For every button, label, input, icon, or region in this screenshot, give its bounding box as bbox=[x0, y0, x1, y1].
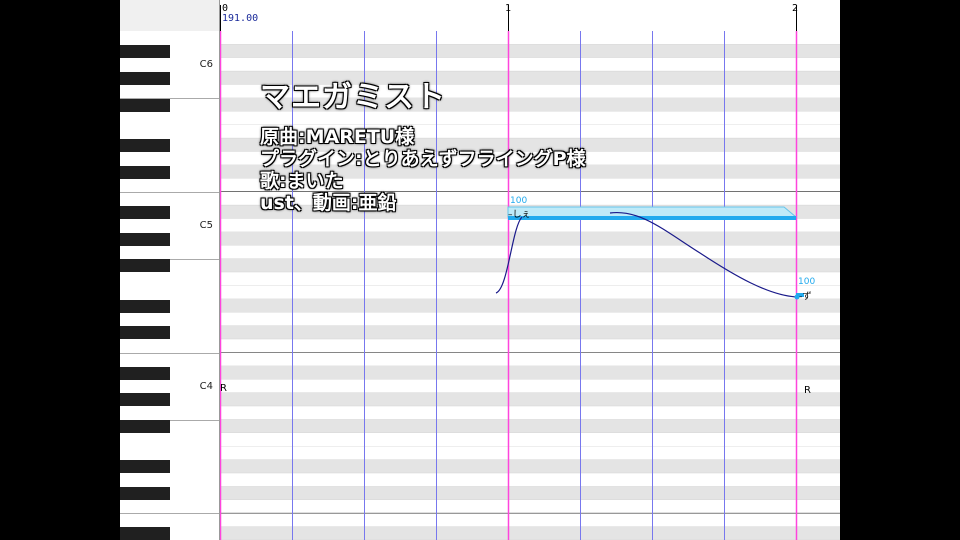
black-key[interactable] bbox=[120, 98, 170, 112]
pitch-row bbox=[220, 339, 840, 353]
velocity-label-2: 100 bbox=[798, 277, 815, 287]
pitch-row bbox=[220, 486, 840, 500]
pitch-row bbox=[220, 500, 840, 514]
rest-label-2[interactable]: R bbox=[804, 385, 811, 396]
tempo-label[interactable]: 191.00 bbox=[222, 14, 258, 24]
white-key-divider bbox=[120, 352, 219, 354]
black-key[interactable] bbox=[120, 44, 170, 58]
black-key[interactable] bbox=[120, 205, 170, 219]
pitch-row bbox=[220, 272, 840, 286]
black-key[interactable] bbox=[120, 138, 170, 152]
pitch-row bbox=[220, 57, 840, 72]
song-title: マエガミスト bbox=[260, 80, 446, 115]
credit-line-vocal: 歌:まいた bbox=[260, 170, 344, 192]
pitch-row bbox=[220, 379, 840, 393]
lyric-label-2[interactable]: –ず bbox=[798, 291, 812, 302]
black-key[interactable] bbox=[120, 299, 170, 313]
pitch-row bbox=[220, 473, 840, 487]
pitch-row bbox=[220, 31, 840, 45]
pitch-row bbox=[220, 44, 840, 58]
octave-label-c4: C4 bbox=[199, 381, 213, 392]
ruler-corner bbox=[120, 0, 220, 32]
pitch-row bbox=[220, 419, 840, 433]
pitch-row bbox=[220, 258, 840, 273]
black-key[interactable] bbox=[120, 165, 170, 179]
octave-label-c6: C6 bbox=[199, 59, 213, 70]
pitch-row bbox=[220, 433, 840, 447]
white-key-divider bbox=[120, 191, 219, 193]
pitch-row bbox=[220, 285, 840, 299]
pitch-row bbox=[220, 312, 840, 326]
credit-line-plugin: プラグイン:とりあえずフライングP様 bbox=[260, 148, 586, 170]
black-key[interactable] bbox=[120, 71, 170, 85]
measure-label-2: 2 bbox=[792, 3, 799, 14]
rest-label-1[interactable]: R bbox=[220, 383, 227, 394]
pitch-row bbox=[220, 352, 840, 366]
black-key[interactable] bbox=[120, 232, 170, 246]
pitch-row bbox=[220, 406, 840, 420]
pitch-row bbox=[220, 245, 840, 259]
octave-label-c5: C5 bbox=[199, 220, 213, 231]
pitch-row bbox=[220, 459, 840, 474]
pitch-row bbox=[220, 299, 840, 313]
black-key[interactable] bbox=[120, 393, 170, 407]
piano-keyboard[interactable]: C6 C5 C4 bbox=[120, 31, 220, 540]
pitch-row bbox=[220, 526, 840, 540]
measure-ruler[interactable]: 0 191.00 1 2 bbox=[220, 0, 840, 32]
pitch-row bbox=[220, 513, 840, 527]
black-key[interactable] bbox=[120, 420, 170, 434]
black-key[interactable] bbox=[120, 460, 170, 474]
credit-line-ust: ust、動画:亜鉛 bbox=[260, 192, 397, 214]
pitch-row bbox=[220, 325, 840, 340]
pitch-row bbox=[220, 232, 840, 246]
credit-line-original: 原曲:MARETU様 bbox=[260, 126, 415, 148]
measure-tick-0 bbox=[220, 5, 221, 31]
black-key[interactable] bbox=[120, 487, 170, 501]
black-key[interactable] bbox=[120, 527, 170, 540]
black-key[interactable] bbox=[120, 326, 170, 340]
piano-roll-window: 0 191.00 1 2 C6 C5 C4 100 –しぇ 100 –ず R R… bbox=[120, 0, 840, 540]
pitch-row bbox=[220, 218, 840, 232]
video-overlay-text: マエガミスト 原曲:MARETU様 プラグイン:とりあえずフライングP様 歌:ま… bbox=[260, 78, 586, 214]
pitch-row bbox=[220, 446, 840, 460]
pitch-control-point[interactable] bbox=[794, 294, 800, 300]
pitch-row bbox=[220, 392, 840, 407]
pitch-row bbox=[220, 366, 840, 380]
measure-label-1: 1 bbox=[505, 3, 512, 14]
black-key[interactable] bbox=[120, 366, 170, 380]
black-key[interactable] bbox=[120, 259, 170, 273]
white-key-divider bbox=[120, 513, 219, 515]
